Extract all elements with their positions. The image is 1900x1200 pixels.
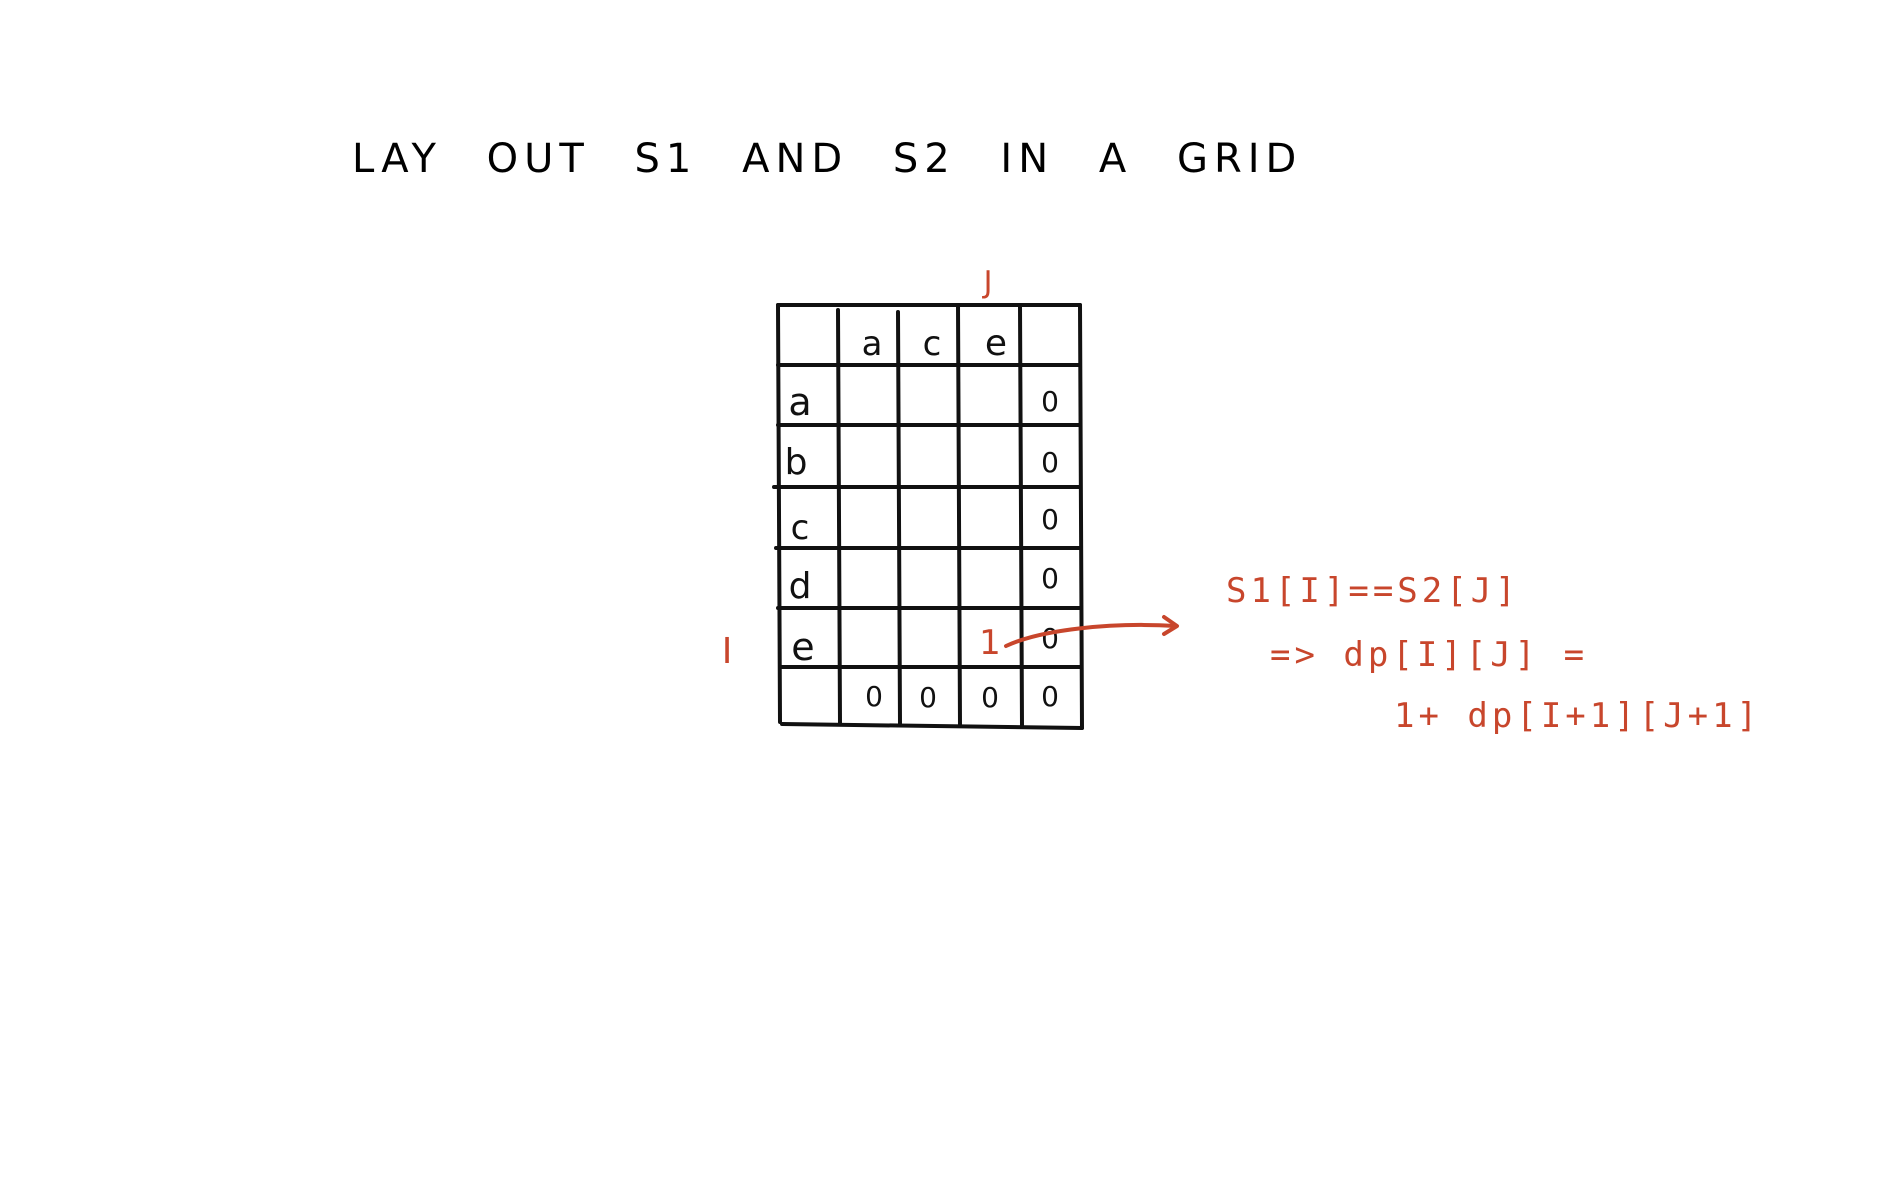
grid-line: [780, 722, 1084, 730]
row-header: d: [789, 566, 812, 607]
cell-value: 0: [1041, 680, 1059, 713]
cell-value: 0: [1041, 562, 1059, 595]
row-index-label: I: [722, 631, 733, 672]
cell-value: 0: [919, 681, 937, 714]
cell-value: 0: [1041, 622, 1059, 655]
grid-line: [956, 303, 962, 728]
row-header: e: [791, 625, 814, 669]
grid-line: [1018, 303, 1024, 728]
column-header: a: [862, 324, 883, 364]
grid-diagram: J I a c e a b c d e 0 0 0 0 0 0 0 0 0 1 …: [722, 265, 1761, 736]
highlight-cell-value: 1: [979, 623, 1001, 663]
arrow-icon: [1004, 615, 1179, 648]
grid-line: [836, 308, 842, 726]
column-header: c: [923, 324, 942, 364]
cell-value: 0: [981, 681, 999, 714]
row-header: c: [791, 508, 810, 548]
grid-line: [896, 310, 902, 726]
annotation-line-3: 1+ dp[I+1][J+1]: [1394, 696, 1761, 736]
whiteboard-canvas: LAY OUT S1 AND S2 IN A GRID J I a c e a: [0, 0, 1900, 1200]
grid-line: [776, 303, 782, 724]
row-header: a: [788, 380, 811, 424]
column-index-label: J: [982, 265, 993, 300]
grid-line: [1078, 303, 1084, 730]
annotation-line-2: => dp[I][J] =: [1270, 635, 1588, 675]
column-header: e: [985, 323, 1007, 364]
annotation-line-1: S1[I]==S2[J]: [1226, 571, 1520, 611]
cell-value: 0: [1041, 385, 1059, 418]
cell-value: 0: [1041, 446, 1059, 479]
row-header: b: [785, 442, 808, 483]
grid-lines: [772, 303, 1084, 730]
cell-value: 0: [865, 680, 883, 713]
cell-value: 0: [1041, 503, 1059, 536]
